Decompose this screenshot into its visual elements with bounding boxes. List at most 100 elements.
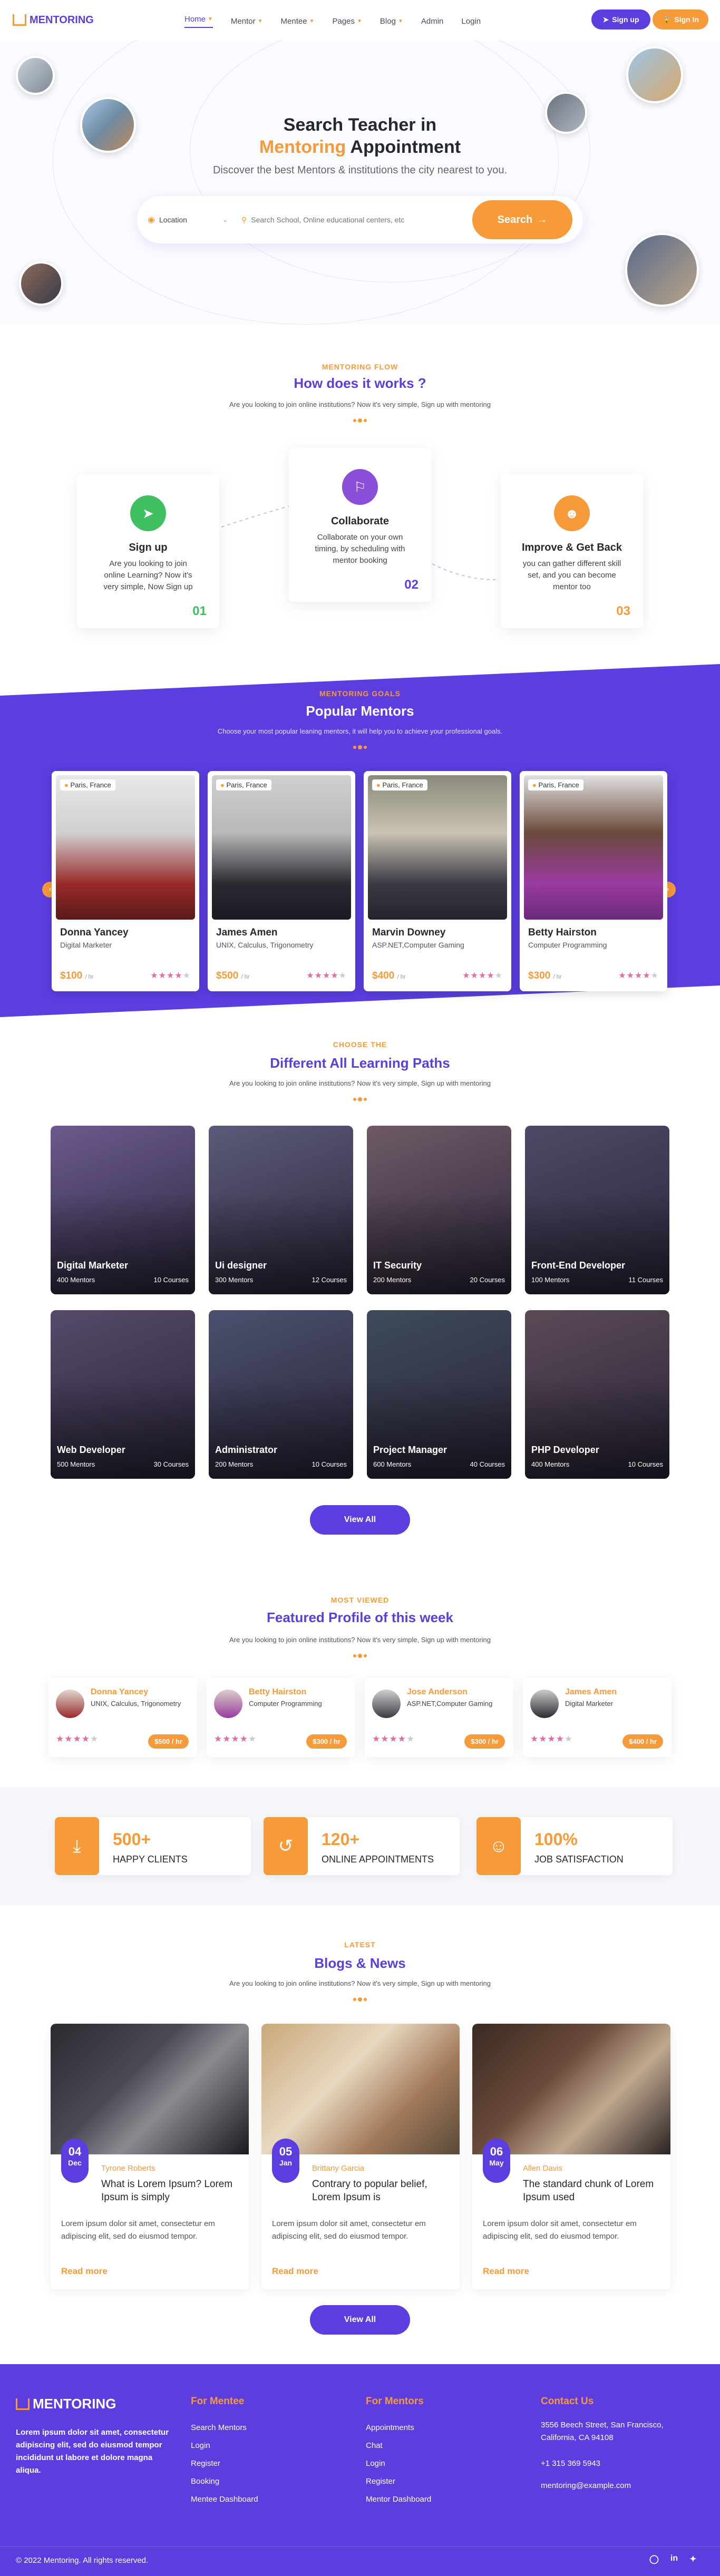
blog-card[interactable]: 04 Dec Tyrone Roberts What is Lorem Ipsum… (51, 2024, 249, 2289)
mentor-skill: Computer Programming (528, 941, 607, 949)
mentor-price-value: $500 (216, 970, 239, 981)
learning-path-card[interactable]: PHP Developer 400 Mentors 10 Courses (525, 1310, 669, 1479)
mentor-card[interactable]: ● Paris, France Marvin Downey ASP.NET,Co… (364, 771, 511, 991)
learning-path-card[interactable]: Digital Marketer 400 Mentors 10 Courses (51, 1126, 195, 1294)
signin-button[interactable]: 🔒 Sign In (653, 9, 708, 30)
mentor-name: Donna Yancey (60, 927, 129, 938)
search-icon: ⚲ (241, 215, 247, 224)
blog-author[interactable]: Allen Davis (523, 2164, 562, 2173)
nav-link-admin[interactable]: Admin (421, 15, 444, 28)
section-divider-dots (353, 1654, 367, 1658)
blog-title[interactable]: What is Lorem Ipsum? Lorem Ipsum is simp… (101, 2178, 238, 2204)
blog-date-month: May (489, 2159, 504, 2167)
flow-card-text: you can gather different skill set, and … (522, 559, 621, 591)
paths-section-label: CHOOSE THE (333, 1040, 387, 1049)
mentors-section-title: Popular Mentors (306, 703, 414, 719)
featured-profile-card[interactable]: James Amen Digital Marketer ★★★★★ $400 /… (523, 1678, 672, 1757)
mentor-card[interactable]: ● Paris, France Betty Hairston Computer … (520, 771, 667, 991)
clock-history-icon: ↺ (264, 1817, 308, 1875)
blog-card[interactable]: 05 Jan Brittany Garcia Contrary to popula… (261, 2024, 460, 2289)
learning-path-card[interactable]: Web Developer 500 Mentors 30 Courses (51, 1310, 195, 1479)
blog-excerpt: Lorem ipsum dolor sit amet, consectetur … (272, 2219, 426, 2241)
blog-title[interactable]: Contrary to popular belief, Lorem Ipsum … (312, 2178, 449, 2204)
location-pin-icon: ◉ (148, 216, 155, 225)
featured-name: James Amen (565, 1687, 617, 1696)
blog-view-all-button[interactable]: View All (310, 2305, 410, 2335)
nav-link-blog[interactable]: Blog ▼ (380, 15, 403, 28)
read-more-link[interactable]: Read more (61, 2266, 108, 2277)
mentor-card[interactable]: ● Paris, France Donna Yancey Digital Mar… (52, 771, 199, 991)
logo-icon (16, 2398, 30, 2410)
nav-link-mentor[interactable]: Mentor ▼ (231, 15, 263, 28)
read-more-link[interactable]: Read more (483, 2266, 529, 2277)
rating-stars: ★★★★★ (530, 1734, 573, 1744)
blog-author[interactable]: Tyrone Roberts (101, 2164, 155, 2173)
flow-section-title: How does it works ? (294, 375, 426, 391)
paths-view-all-button[interactable]: View All (310, 1505, 410, 1535)
mentor-price-value: $300 (528, 970, 551, 981)
nav-link-login[interactable]: Login (461, 15, 481, 28)
footer-phone[interactable]: +1 315 369 5943 (541, 2459, 600, 2468)
learning-path-card[interactable]: Front-End Developer 100 Mentors 11 Courses (525, 1126, 669, 1294)
chevron-down-icon: ▼ (309, 18, 315, 24)
stat-label: ONLINE APPOINTMENTS (322, 1854, 434, 1865)
featured-profile-card[interactable]: Jose Anderson ASP.NET,Computer Gaming ★★… (365, 1678, 513, 1757)
mentor-price: $400 / hr (372, 970, 405, 982)
path-mentors: 400 Mentors (531, 1460, 570, 1468)
blog-title[interactable]: The standard chunk of Lorem Ipsum used (523, 2178, 660, 2204)
footer-link[interactable]: Booking (191, 2473, 258, 2491)
footer-link[interactable]: Register (366, 2473, 431, 2491)
nav-link-blog-label: Blog (380, 17, 396, 26)
search-button[interactable]: Search → (472, 200, 572, 239)
featured-profile-card[interactable]: Donna Yancey UNIX, Calculus, Trigonometr… (48, 1678, 197, 1757)
path-title: Project Manager (373, 1445, 447, 1455)
signup-button[interactable]: ➤ Sign up (591, 9, 650, 30)
blog-card[interactable]: 06 May Allen Davis The standard chunk of … (472, 2024, 670, 2289)
nav-link-mentee-label: Mentee (280, 17, 307, 26)
nav-link-home[interactable]: Home ▼ (184, 15, 213, 28)
blog-date-day: 04 (68, 2145, 82, 2158)
learning-path-card[interactable]: Ui designer 300 Mentors 12 Courses (209, 1126, 353, 1294)
footer-link[interactable]: Search Mentors (191, 2419, 258, 2437)
footer-link[interactable]: Chat (366, 2437, 431, 2455)
mentor-location-text: Paris, France (538, 781, 579, 789)
footer-link[interactable]: Login (191, 2437, 258, 2455)
learning-path-card[interactable]: IT Security 200 Mentors 20 Courses (367, 1126, 511, 1294)
rating-stars: ★★★★★ (372, 1734, 415, 1744)
featured-profile-card[interactable]: Betty Hairston Computer Programming ★★★★… (207, 1678, 355, 1757)
learning-path-card[interactable]: Administrator 200 Mentors 10 Courses (209, 1310, 353, 1479)
read-more-link[interactable]: Read more (272, 2266, 318, 2277)
instagram-icon[interactable]: ◯ (649, 2554, 659, 2564)
footer-link[interactable]: Register (191, 2455, 258, 2473)
stat-number: 120+ (322, 1830, 360, 1849)
footer-link[interactable]: Mentor Dashboard (366, 2491, 431, 2509)
footer-email[interactable]: mentoring@example.com (541, 2481, 631, 2490)
hero-subtitle: Discover the best Mentors & institutions… (212, 164, 508, 176)
footer-link[interactable]: Mentee Dashboard (191, 2491, 258, 2509)
linkedin-icon[interactable]: in (670, 2554, 678, 2564)
avatar (372, 1690, 401, 1718)
chevron-down-icon: ▼ (208, 16, 213, 22)
rating-stars: ★★★★★ (462, 971, 503, 980)
blog-author[interactable]: Brittany Garcia (312, 2164, 364, 2173)
chevron-down-icon: ▼ (397, 18, 403, 24)
blog-image (261, 2024, 460, 2154)
learning-path-card[interactable]: Project Manager 600 Mentors 40 Courses (367, 1310, 511, 1479)
nav-link-mentor-label: Mentor (230, 17, 256, 26)
rating-stars: ★★★★★ (618, 971, 659, 980)
signin-button-label: Sign In (674, 15, 699, 24)
nav-link-pages[interactable]: Pages ▼ (332, 15, 362, 28)
mentor-card[interactable]: ● Paris, France James Amen UNIX, Calculu… (208, 771, 355, 991)
twitter-icon[interactable]: ✦ (689, 2554, 696, 2564)
footer-link[interactable]: Login (366, 2455, 431, 2473)
footer-logo[interactable]: MENTORING (16, 2396, 116, 2412)
chevron-down-icon: ⌄ (222, 216, 228, 223)
blog-section-title: Blogs & News (314, 1955, 406, 1971)
featured-name: Donna Yancey (91, 1687, 149, 1696)
search-input[interactable] (251, 216, 468, 224)
mentor-price-unit: / hr (553, 974, 562, 980)
nav-link-mentee[interactable]: Mentee ▼ (281, 15, 315, 28)
location-select[interactable]: Location (159, 216, 222, 224)
footer-link[interactable]: Appointments (366, 2419, 431, 2437)
brand-logo[interactable]: MENTORING (13, 14, 94, 26)
